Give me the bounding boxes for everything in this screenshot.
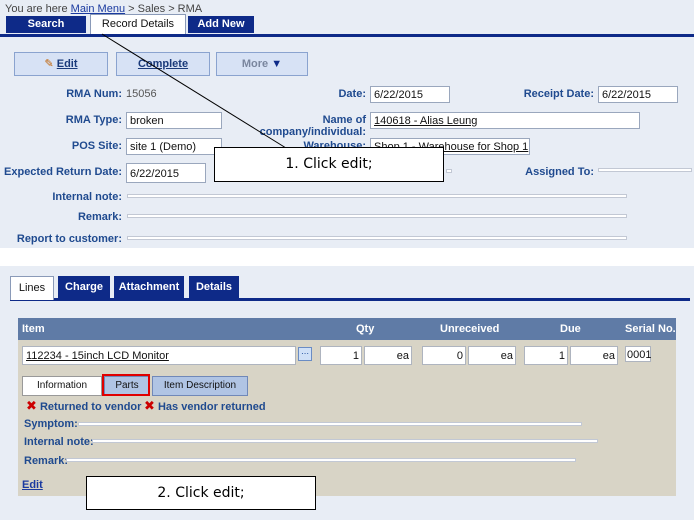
tab-attachment[interactable]: Attachment	[114, 276, 184, 298]
lookup-icon[interactable]: ⋯	[298, 347, 312, 361]
item-field[interactable]: 112234 - 15inch LCD Monitor	[22, 346, 296, 365]
x-mark-icon: ✖	[144, 398, 155, 413]
col-header-qty: Qty	[356, 323, 375, 335]
col-header-due: Due	[560, 323, 581, 335]
col-header-serial: Serial No.	[625, 323, 676, 335]
callout-step-1: 1. Click edit;	[214, 147, 444, 182]
col-header-unreceived: Unreceived	[440, 323, 500, 335]
unreceived-field[interactable]: 0	[422, 346, 466, 365]
x-mark-icon: ✖	[26, 398, 37, 413]
tab-details[interactable]: Details	[189, 276, 239, 298]
subtab-information[interactable]: Information	[22, 376, 102, 396]
lower-internal-note-label: Internal note:	[24, 436, 94, 448]
tab-charge[interactable]: Charge	[58, 276, 110, 298]
returned-to-vendor-check[interactable]: ✖ Returned to vendor	[26, 398, 141, 414]
due-field[interactable]: 1	[524, 346, 568, 365]
returned-to-vendor-label: Returned to vendor	[39, 401, 142, 413]
serial-field[interactable]: 0001	[625, 346, 651, 362]
has-vendor-returned-check[interactable]: ✖ Has vendor returned	[144, 398, 266, 414]
symptom-label: Symptom:	[24, 418, 78, 430]
subtab-item-description[interactable]: Item Description	[152, 376, 248, 396]
lower-remark-field[interactable]	[66, 458, 576, 462]
parts-highlight-box	[102, 374, 150, 396]
symptom-field[interactable]	[78, 422, 582, 426]
callout-1-pointer	[101, 33, 287, 149]
unreceived-unit: ea	[468, 346, 516, 365]
has-vendor-returned-label: Has vendor returned	[157, 401, 266, 413]
callout-step-2: 2. Click edit;	[86, 476, 316, 510]
tab-lines[interactable]: Lines	[10, 276, 54, 300]
col-header-item: Item	[22, 323, 45, 335]
lower-edit-link[interactable]: Edit	[22, 479, 43, 491]
qty-field[interactable]: 1	[320, 346, 362, 365]
lower-tab-bar	[10, 298, 690, 301]
qty-unit: ea	[364, 346, 412, 365]
lower-remark-label: Remark:	[24, 455, 69, 467]
lower-internal-note-field[interactable]	[92, 439, 598, 443]
due-unit: ea	[570, 346, 618, 365]
